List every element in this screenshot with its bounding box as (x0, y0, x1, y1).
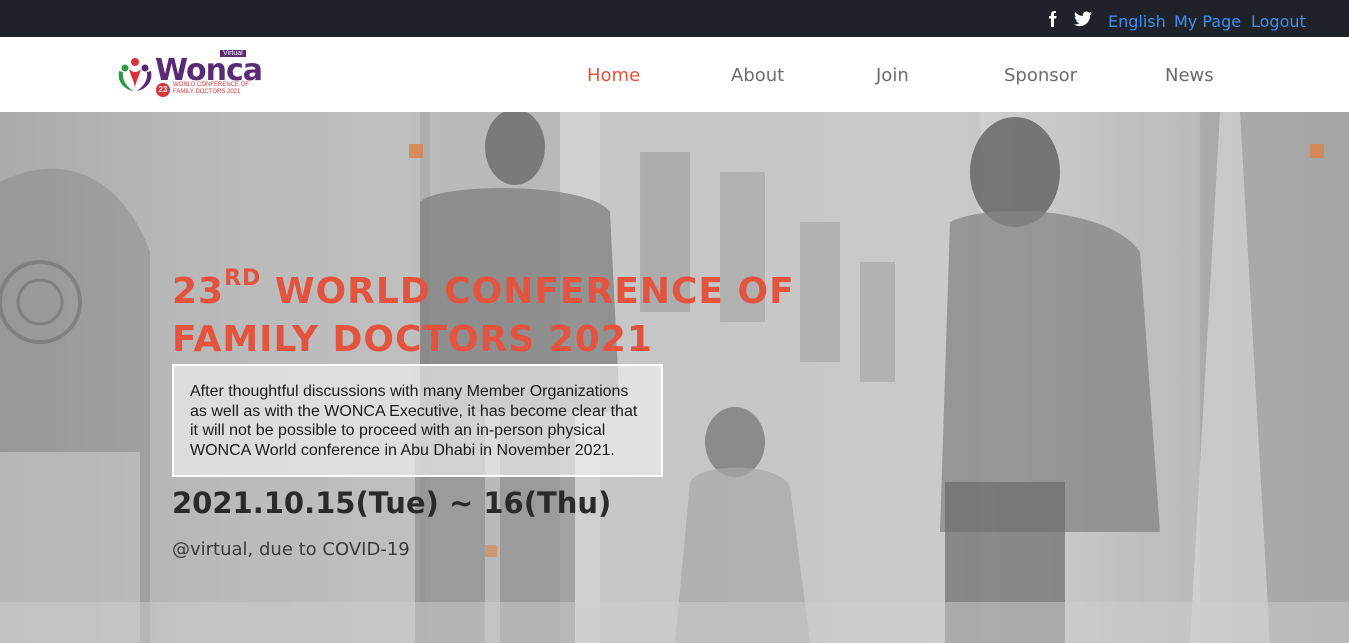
nav-about[interactable]: About (731, 65, 784, 86)
facebook-icon[interactable] (1045, 11, 1059, 32)
top-bar: English My Page Logout (0, 0, 1349, 37)
nav-join[interactable]: Join (876, 65, 909, 86)
logout-link[interactable]: Logout (1251, 12, 1306, 31)
logo-virtual-tag: Virtual (220, 50, 246, 57)
hero-title-line1: WORLD CONFERENCE OF (261, 271, 795, 312)
family-logo-icon (118, 58, 152, 91)
conference-dates: 2021.10.15(Tue) ~ 16(Thu) (172, 486, 612, 520)
conference-venue: @virtual, due to COVID-19 (172, 539, 410, 560)
hero-title-superscript: RD (224, 266, 262, 291)
twitter-icon[interactable] (1074, 11, 1092, 32)
decorative-square (409, 144, 423, 158)
decorative-square (1310, 144, 1324, 158)
logo-badge: 23 (156, 83, 170, 97)
hero-title: 23RD WORLD CONFERENCE OF FAMILY DOCTORS … (172, 255, 832, 364)
nav-news[interactable]: News (1165, 65, 1214, 86)
hero-title-line2: FAMILY DOCTORS 2021 (172, 319, 653, 360)
site-header: Wonca Virtual 23 WORLD CONFERENCE OF FAM… (0, 37, 1349, 112)
nav-home[interactable]: Home (587, 65, 640, 86)
logo-subtitle: WORLD CONFERENCE OF FAMILY DOCTORS 2021 (173, 82, 250, 95)
wonca-logo[interactable]: Wonca Virtual 23 WORLD CONFERENCE OF FAM… (115, 49, 263, 99)
my-page-link[interactable]: My Page (1174, 12, 1241, 31)
notice-box: After thoughtful discussions with many M… (172, 364, 663, 477)
nav-sponsor[interactable]: Sponsor (1004, 65, 1077, 86)
language-link[interactable]: English (1108, 12, 1166, 31)
decorative-square (485, 545, 497, 557)
hero-title-number: 23 (172, 271, 225, 312)
hero-banner: 23RD WORLD CONFERENCE OF FAMILY DOCTORS … (0, 112, 1349, 643)
